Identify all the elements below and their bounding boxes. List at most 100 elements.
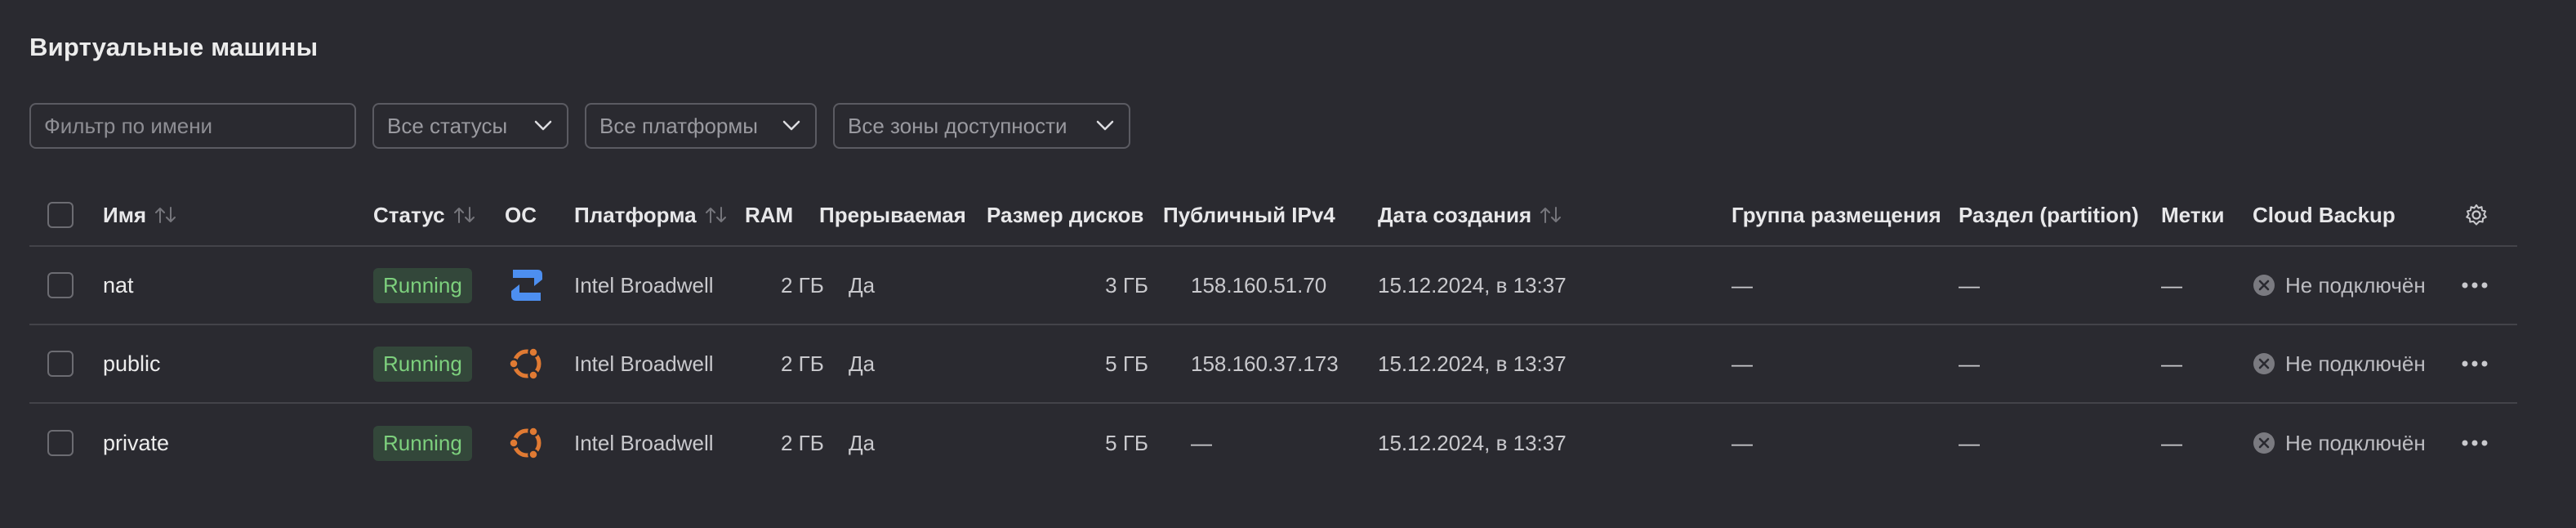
cell-disk-size: 5 ГБ (987, 404, 1166, 482)
cell-preemptible: Да (819, 247, 875, 324)
header-name[interactable]: Имя (103, 185, 177, 245)
cell-status: Running (373, 404, 472, 482)
cell-public-ipv4: 158.160.37.173 (1163, 325, 1339, 402)
vm-name-link[interactable]: public (103, 351, 161, 377)
header-labels: Метки (2161, 185, 2225, 245)
select-all-cell (47, 185, 74, 245)
cell-disk-size: 5 ГБ (987, 325, 1166, 402)
cell-cloud-backup: Не подключён (2253, 325, 2426, 402)
cell-actions (2461, 247, 2489, 324)
cell-partition: — (1959, 325, 1980, 402)
cell-ram: 2 ГБ (745, 247, 824, 324)
status-badge: Running (373, 425, 472, 461)
header-status-label: Статус (373, 202, 445, 227)
cell-labels: — (2161, 247, 2182, 324)
more-actions-icon[interactable] (2461, 281, 2489, 289)
header-created[interactable]: Дата создания (1378, 185, 1562, 245)
chevron-down-icon (534, 120, 552, 131)
cell-cloud-backup: Не подключён (2253, 404, 2426, 482)
cell-partition: — (1959, 404, 1980, 482)
cell-placement-group: — (1731, 404, 1753, 482)
zone-filter-select[interactable]: Все зоны доступности (833, 103, 1130, 149)
row-select-cell (47, 325, 74, 402)
cell-name[interactable]: public (103, 325, 161, 402)
header-created-label: Дата создания (1378, 202, 1532, 227)
header-os-label: ОС (505, 202, 537, 227)
cell-status: Running (373, 247, 472, 324)
ubuntu-icon (508, 426, 541, 460)
cloud-backup-text: Не подключён (2285, 272, 2426, 298)
ram-text: 2 ГБ (781, 272, 824, 298)
row-checkbox[interactable] (47, 430, 74, 456)
cell-os (505, 325, 549, 402)
partition-text: — (1959, 351, 1980, 376)
ram-text: 2 ГБ (781, 351, 824, 376)
partition-text: — (1959, 272, 1980, 298)
cloud-backup-status: Не подключён (2253, 351, 2426, 377)
header-os: ОС (505, 185, 537, 245)
more-actions-icon[interactable] (2461, 439, 2489, 447)
disk-size-text: 5 ГБ (1105, 430, 1148, 455)
nat-instance-icon (511, 270, 542, 301)
cell-status: Running (373, 325, 472, 402)
gear-icon[interactable] (2464, 203, 2489, 227)
platform-text: Intel Broadwell (574, 430, 714, 455)
cell-placement-group: — (1731, 247, 1753, 324)
vm-name-link[interactable]: private (103, 431, 169, 456)
cell-platform: Intel Broadwell (574, 325, 714, 402)
cell-name[interactable]: private (103, 404, 169, 482)
status-badge: Running (373, 267, 472, 303)
cell-platform: Intel Broadwell (574, 404, 714, 482)
public-ipv4-text: 158.160.37.173 (1191, 351, 1339, 376)
platform-filter-select[interactable]: Все платформы (585, 103, 817, 149)
sort-icon (453, 207, 475, 223)
name-filter-input[interactable] (29, 103, 356, 149)
cloud-backup-status: Не подключён (2253, 431, 2426, 456)
more-actions-icon[interactable] (2461, 360, 2489, 368)
created-text: 15.12.2024, в 13:37 (1378, 430, 1567, 455)
vm-name-link[interactable]: nat (103, 273, 134, 298)
disk-size-text: 5 ГБ (1105, 351, 1148, 376)
select-all-checkbox[interactable] (47, 202, 74, 228)
created-text: 15.12.2024, в 13:37 (1378, 351, 1567, 376)
header-platform[interactable]: Платформа (574, 185, 728, 245)
zone-filter-label: Все зоны доступности (848, 113, 1067, 138)
cell-created: 15.12.2024, в 13:37 (1378, 404, 1567, 482)
labels-text: — (2161, 430, 2182, 455)
platform-text: Intel Broadwell (574, 351, 714, 376)
placement-group-text: — (1731, 430, 1753, 455)
header-platform-label: Платформа (574, 202, 697, 227)
cloud-backup-text: Не подключён (2285, 351, 2426, 376)
row-select-cell (47, 404, 74, 482)
table-row[interactable]: nat Running Intel Broadwell 2 ГБ Да 3 ГБ… (29, 247, 2517, 325)
labels-text: — (2161, 351, 2182, 376)
preemptible-text: Да (849, 430, 876, 455)
row-checkbox[interactable] (47, 272, 74, 298)
sort-icon (705, 207, 726, 223)
cell-placement-group: — (1731, 325, 1753, 402)
header-preemptible-label: Прерываемая (819, 202, 966, 227)
header-status[interactable]: Статус (373, 185, 476, 245)
header-name-label: Имя (103, 202, 147, 227)
header-cloud-backup: Cloud Backup (2253, 185, 2396, 245)
cell-name[interactable]: nat (103, 247, 134, 324)
public-ipv4-text: — (1191, 430, 1212, 455)
filters-bar: Все статусы Все платформы Все зоны досту… (29, 103, 1130, 149)
ubuntu-icon (508, 347, 541, 381)
status-filter-select[interactable]: Все статусы (372, 103, 568, 149)
header-placement-group: Группа размещения (1731, 185, 1941, 245)
cell-partition: — (1959, 247, 1980, 324)
cell-os (505, 247, 549, 324)
vm-list-page: Виртуальные машины Все статусы Все платф… (0, 0, 2576, 528)
cell-public-ipv4: — (1163, 404, 1212, 482)
row-checkbox[interactable] (47, 351, 74, 377)
table-row[interactable]: private Running Intel Broadwell 2 ГБ Да … (29, 404, 2517, 482)
public-ipv4-text: 158.160.51.70 (1191, 272, 1327, 298)
header-labels-label: Метки (2161, 202, 2225, 227)
table-row[interactable]: public Running Intel Broadwell 2 ГБ Да 5… (29, 325, 2517, 404)
disconnected-icon (2253, 353, 2275, 374)
header-cloud-backup-label: Cloud Backup (2253, 202, 2396, 227)
header-partition: Раздел (partition) (1959, 185, 2139, 245)
column-settings-cell (2464, 185, 2489, 245)
cell-preemptible: Да (819, 325, 875, 402)
